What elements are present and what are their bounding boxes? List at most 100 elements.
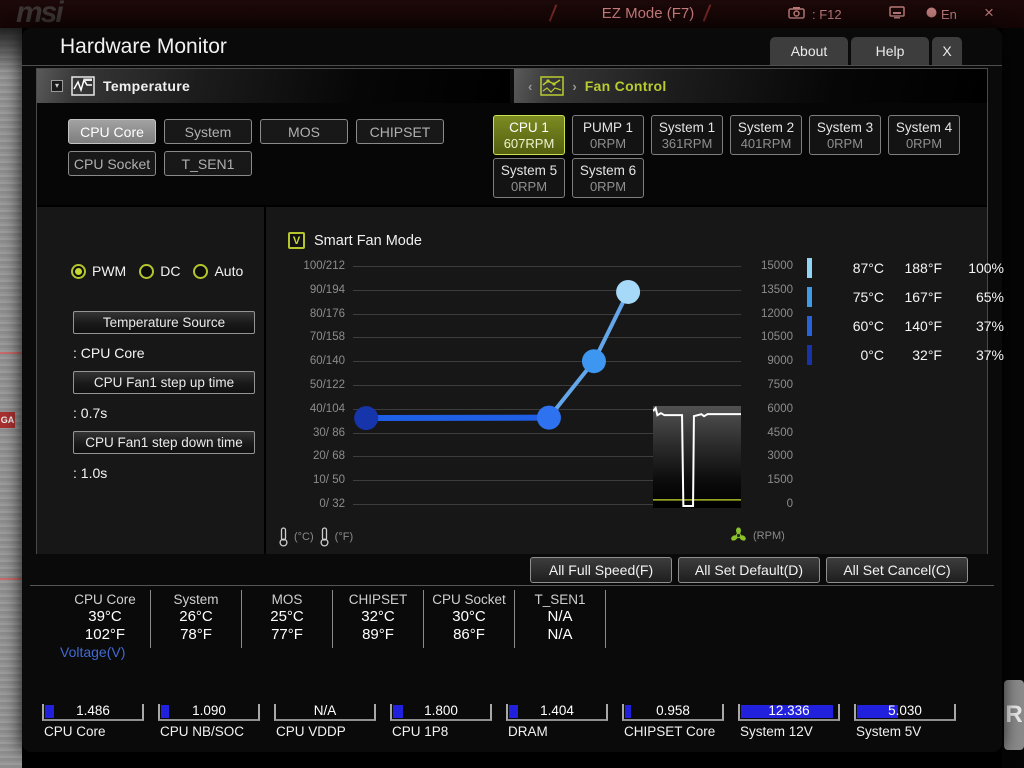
section-divider xyxy=(30,585,994,586)
right-axis-tick: 13500 xyxy=(761,283,793,296)
voltage-value: N/A xyxy=(313,703,337,718)
voltage-label: CPU VDDP xyxy=(276,724,346,739)
fan-control-section-header[interactable]: ‹ › Fan Control xyxy=(514,69,987,103)
legend-color-bar xyxy=(807,315,812,336)
titlebar-buttons: About Help X xyxy=(770,37,962,65)
temperature-section-header[interactable]: ▾ Temperature xyxy=(37,69,510,103)
voltage-gauge: 0.958 CHIPSET Core xyxy=(620,684,736,740)
fan-curve-point[interactable] xyxy=(354,406,379,431)
voltage-value: 5.030 xyxy=(888,703,922,718)
fan-mode-radio[interactable]: Auto xyxy=(193,263,243,279)
temperature-readout: System 26°C 78°F xyxy=(151,590,242,648)
radio-icon[interactable] xyxy=(71,263,86,279)
fan-curve-chart: V Smart Fan Mode 100/212 15000 90/194 13… xyxy=(268,207,1004,554)
ez-mode-button[interactable]: EZ Mode (F7) xyxy=(588,5,708,22)
msi-logo: msi xyxy=(16,0,64,28)
temp-sensor-button[interactable]: CPU Socket xyxy=(68,151,156,176)
right-axis-tick: 3000 xyxy=(767,450,793,463)
bios-top-bar: msi EZ Mode (F7) : F12 En × xyxy=(0,0,1024,28)
temperature-readout: MOS 25°C 77°F xyxy=(242,590,333,648)
right-axis-tick: 7500 xyxy=(767,378,793,391)
fan-button[interactable]: System 2 401RPM xyxy=(730,115,802,155)
legend-row: 87°C 188°F 100% xyxy=(807,253,1004,282)
temperature-readout: CPU Core 39°C 102°F xyxy=(60,590,151,648)
voltage-label: CPU NB/SOC xyxy=(160,724,245,739)
display-icon[interactable] xyxy=(889,6,905,22)
fan-action-button[interactable]: All Set Cancel(C) xyxy=(826,557,968,583)
fan-button[interactable]: System 1 361RPM xyxy=(651,115,723,155)
hardware-monitor-window: Hardware Monitor About Help X ▾ Temperat… xyxy=(22,28,1004,752)
background-motherboard-left: GA xyxy=(0,28,22,768)
step-up-time-value: : 0.7s xyxy=(73,405,108,421)
fan-button[interactable]: System 6 0RPM xyxy=(572,158,644,198)
temperature-source-button[interactable]: Temperature Source xyxy=(73,311,255,334)
rpm-unit-label: (RPM) xyxy=(753,529,785,542)
right-axis-tick: 6000 xyxy=(767,402,793,415)
celsius-unit-label: (°C) xyxy=(294,531,314,543)
legend-row: 75°C 167°F 65% xyxy=(807,282,1004,311)
voltage-label: CHIPSET Core xyxy=(624,724,716,739)
left-axis-tick: 30/ 86 xyxy=(313,426,345,439)
fan-curve-point[interactable] xyxy=(536,405,561,430)
legend-color-bar xyxy=(807,257,812,278)
temp-sensor-button[interactable]: CHIPSET xyxy=(356,119,444,144)
radio-icon[interactable] xyxy=(193,263,209,279)
smart-fan-mode-checkbox[interactable]: V xyxy=(288,232,305,249)
temp-sensor-button[interactable]: MOS xyxy=(260,119,348,144)
titlebar-button[interactable]: Help xyxy=(851,37,929,65)
fahrenheit-unit-label: (°F) xyxy=(334,531,354,543)
notification-bell-icon[interactable] xyxy=(925,6,938,22)
step-up-time-button[interactable]: CPU Fan1 step up time xyxy=(73,371,255,394)
step-down-time-button[interactable]: CPU Fan1 step down time xyxy=(73,431,255,454)
left-axis-tick: 0/ 32 xyxy=(319,497,345,510)
next-section-chevron[interactable]: › xyxy=(572,79,576,94)
fan-curve-point[interactable] xyxy=(616,279,641,304)
titlebar-button[interactable]: X xyxy=(932,37,962,65)
radio-icon[interactable] xyxy=(139,263,155,279)
fan-settings-panel: PWM DC Auto Temperature Source: CPU Cor… xyxy=(37,207,266,554)
fan-mode-radio[interactable]: DC xyxy=(139,263,180,279)
ga-badge: GA xyxy=(0,412,15,428)
voltage-gauge: 1.800 CPU 1P8 xyxy=(388,684,504,740)
fan-curve xyxy=(354,279,641,431)
fan-control-section-title: Fan Control xyxy=(584,78,667,94)
voltage-value: 1.404 xyxy=(540,703,574,718)
bios-close-icon[interactable]: × xyxy=(984,3,994,23)
collapse-icon[interactable]: ▾ xyxy=(51,80,63,92)
temperature-sensor-buttons: CPU Core System MOS CHIPSET CPU Socket T… xyxy=(68,119,464,183)
language-selector[interactable]: En xyxy=(941,7,957,22)
left-axis-tick: 90/194 xyxy=(309,283,345,296)
fan-action-button[interactable]: All Full Speed(F) xyxy=(530,557,672,583)
temp-sensor-button[interactable]: System xyxy=(164,119,252,144)
voltage-gauge: 12.336 System 12V xyxy=(736,684,852,740)
decor-line xyxy=(0,578,22,580)
background-letter: R xyxy=(1004,680,1024,750)
right-axis-tick: 9000 xyxy=(767,355,793,368)
voltage-section-title: Voltage(V) xyxy=(60,644,126,660)
legend-row: 60°C 140°F 37% xyxy=(807,311,1004,340)
fan-button[interactable]: System 5 0RPM xyxy=(493,158,565,198)
voltage-gauge: 1.486 CPU Core xyxy=(40,684,156,740)
decor-line xyxy=(0,352,22,354)
fan-action-buttons: All Full Speed(F) All Set Default(D) All… xyxy=(530,557,968,583)
voltage-label: System 5V xyxy=(856,724,922,739)
fan-action-button[interactable]: All Set Default(D) xyxy=(678,557,820,583)
fan-button[interactable]: PUMP 1 0RPM xyxy=(572,115,644,155)
screenshot-camera-icon[interactable] xyxy=(788,6,805,22)
monitor-panel: ▾ Temperature ‹ › Fan Control CPU Core S… xyxy=(36,68,1004,554)
prev-section-chevron[interactable]: ‹ xyxy=(528,79,532,94)
fan-button[interactable]: CPU 1 607RPM xyxy=(493,115,565,155)
titlebar-button[interactable]: About xyxy=(770,37,848,65)
fan-button[interactable]: System 4 0RPM xyxy=(888,115,960,155)
temperature-readout: CHIPSET 32°C 89°F xyxy=(333,590,424,648)
fan-button[interactable]: System 3 0RPM xyxy=(809,115,881,155)
fan-curve-point[interactable] xyxy=(581,349,606,374)
voltage-value: 12.336 xyxy=(768,703,810,718)
temp-sensor-button[interactable]: T_SEN1 xyxy=(164,151,252,176)
temp-sensor-button[interactable]: CPU Core xyxy=(68,119,156,144)
voltage-label: CPU Core xyxy=(44,724,106,739)
fan-mode-radio[interactable]: PWM xyxy=(71,263,126,279)
voltage-label: CPU 1P8 xyxy=(392,724,449,739)
background-right: R xyxy=(1002,28,1024,768)
voltage-gauge: 5.030 System 5V xyxy=(852,684,968,740)
